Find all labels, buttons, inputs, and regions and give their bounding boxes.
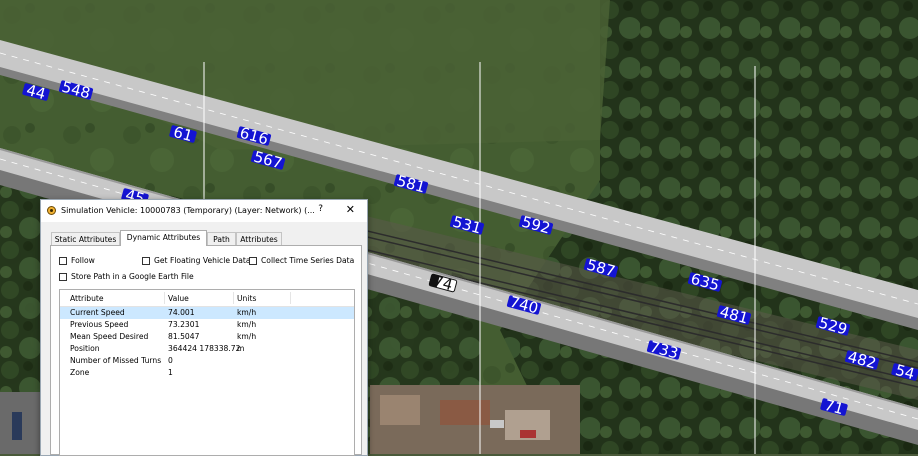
grid-header: Attribute Value Units	[60, 290, 354, 307]
attribute-cell: Current Speed	[70, 308, 125, 317]
time-series-label: Collect Time Series Data	[261, 256, 355, 265]
google-earth-checkbox[interactable]: Store Path in a Google Earth File	[59, 272, 194, 281]
units-cell: km/h	[237, 320, 257, 329]
table-row-zone[interactable]: Zone 1	[60, 367, 354, 379]
google-earth-label: Store Path in a Google Earth File	[71, 272, 194, 281]
table-row-previous-speed[interactable]: Previous Speed 73.2301 km/h	[60, 319, 354, 331]
attribute-cell: Mean Speed Desired	[70, 332, 149, 341]
tab-attributes[interactable]: Attributes	[236, 232, 282, 245]
units-cell: m	[237, 344, 245, 353]
column-divider[interactable]	[290, 292, 291, 304]
column-header-units[interactable]: Units	[237, 294, 256, 303]
floating-vehicle-data-checkbox[interactable]: Get Floating Vehicle Data	[142, 256, 251, 265]
floating-vehicle-data-label: Get Floating Vehicle Data	[154, 256, 251, 265]
column-divider[interactable]	[164, 292, 165, 304]
checkbox-box[interactable]	[249, 257, 257, 265]
attribute-cell: Number of Missed Turns	[70, 356, 162, 365]
value-cell: 81.5047	[168, 332, 200, 341]
dialog-titlebar[interactable]: Simulation Vehicle: 10000783 (Temporary)…	[41, 200, 367, 222]
units-cell: km/h	[237, 332, 257, 341]
table-row-mean-speed-desired[interactable]: Mean Speed Desired 81.5047 km/h	[60, 331, 354, 343]
dialog-title: Simulation Vehicle: 10000783 (Temporary)…	[61, 206, 315, 215]
table-row-current-speed[interactable]: Current Speed 74.001 km/h	[60, 307, 354, 319]
tab-dynamic-attributes[interactable]: Dynamic Attributes	[120, 230, 207, 246]
table-row-position[interactable]: Position 364424 178338.72 m	[60, 343, 354, 355]
checkbox-box[interactable]	[59, 273, 67, 281]
value-cell: 73.2301	[168, 320, 200, 329]
follow-label: Follow	[71, 256, 95, 265]
value-cell: 74.001	[168, 308, 195, 317]
tab-static-attributes[interactable]: Static Attributes	[51, 232, 120, 245]
tab-path[interactable]: Path	[207, 232, 236, 245]
attributes-grid[interactable]: Attribute Value Units Current Speed 74.0…	[59, 289, 355, 456]
column-divider[interactable]	[233, 292, 234, 304]
table-row-missed-turns[interactable]: Number of Missed Turns 0	[60, 355, 354, 367]
time-series-checkbox[interactable]: Collect Time Series Data	[249, 256, 354, 265]
checkbox-box[interactable]	[59, 257, 67, 265]
column-header-value[interactable]: Value	[168, 294, 189, 303]
value-cell: 364424 178338.72	[168, 344, 241, 353]
value-cell: 1	[168, 368, 173, 377]
checkbox-box[interactable]	[142, 257, 150, 265]
attribute-cell: Previous Speed	[70, 320, 129, 329]
attribute-cell: Position	[70, 344, 100, 353]
close-icon[interactable]: ✕	[346, 203, 355, 216]
simulation-vehicle-dialog: Simulation Vehicle: 10000783 (Temporary)…	[40, 199, 368, 456]
app-icon	[47, 206, 56, 215]
units-cell: km/h	[237, 308, 257, 317]
follow-checkbox[interactable]: Follow	[59, 256, 95, 265]
help-button[interactable]: ?	[318, 204, 323, 214]
value-cell: 0	[168, 356, 173, 365]
dynamic-attributes-panel: Follow Get Floating Vehicle Data Collect…	[50, 245, 362, 456]
attribute-cell: Zone	[70, 368, 90, 377]
column-header-attribute[interactable]: Attribute	[70, 294, 104, 303]
